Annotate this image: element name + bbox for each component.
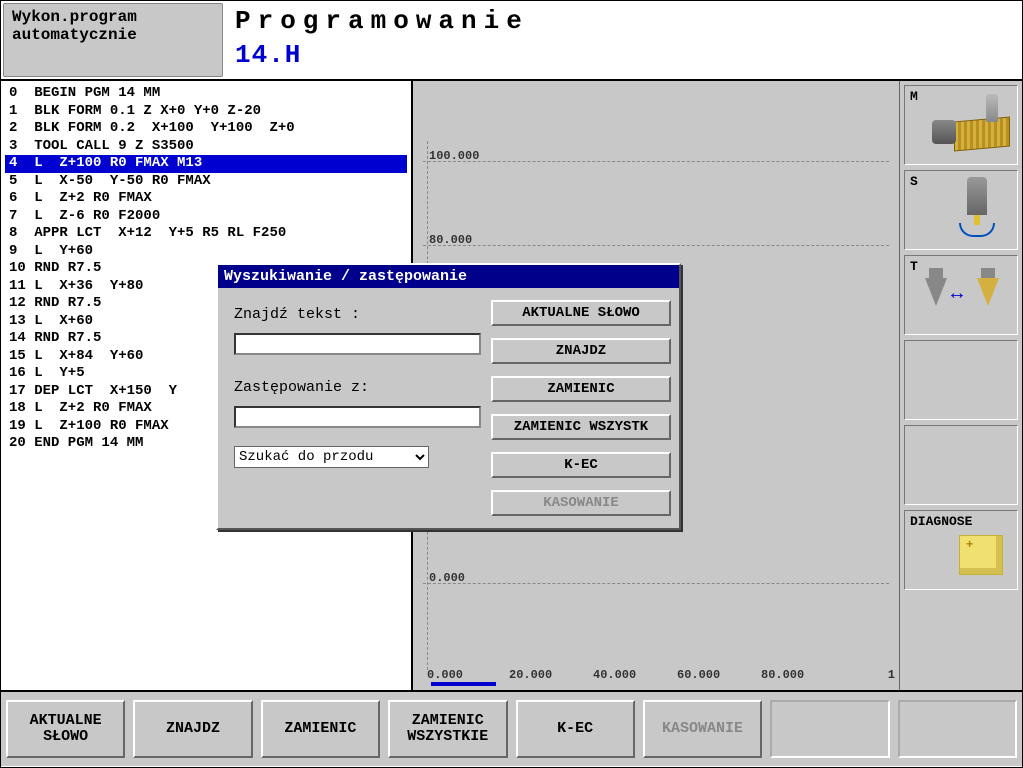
side-box-m[interactable]: M: [904, 85, 1018, 165]
code-line[interactable]: 1 BLK FORM 0.1 Z X+0 Y+0 Z-20: [5, 103, 407, 121]
machine-icon: [932, 94, 1012, 149]
code-line[interactable]: 5 L X-50 Y-50 R0 FMAX: [5, 173, 407, 191]
header: Wykon.program automatycznie Programowani…: [1, 1, 1022, 81]
mode-text: Wykon.program automatycznie: [12, 9, 214, 44]
side-panel: M S T ↔ DIAGNOSE: [900, 81, 1022, 690]
delete-button[interactable]: KASOWANIE: [491, 490, 671, 516]
xtick: 80.000: [761, 668, 804, 682]
title-box: Programowanie 14.H: [225, 1, 1022, 79]
find-input[interactable]: [234, 333, 481, 355]
side-box-t[interactable]: T ↔: [904, 255, 1018, 335]
side-box-diagnose[interactable]: DIAGNOSE: [904, 510, 1018, 590]
xtick: 60.000: [677, 668, 720, 682]
note-icon: [959, 535, 1003, 575]
code-line[interactable]: 7 L Z-6 R0 F2000: [5, 208, 407, 226]
xtick: 0.000: [427, 668, 463, 682]
find-replace-dialog: Wyszukiwanie / zastępowanie Znajdź tekst…: [216, 263, 681, 530]
softkey-replace-all[interactable]: ZAMIENIC WSZYSTKIE: [388, 700, 507, 758]
dialog-title: Wyszukiwanie / zastępowanie: [218, 265, 679, 288]
replace-label: Zastępowanie z:: [234, 379, 481, 396]
code-line[interactable]: 0 BEGIN PGM 14 MM: [5, 85, 407, 103]
replace-button[interactable]: ZAMIENIC: [491, 376, 671, 402]
side-box-empty[interactable]: [904, 425, 1018, 505]
code-line[interactable]: 4 L Z+100 R0 FMAX M13: [5, 155, 407, 173]
code-line[interactable]: 3 TOOL CALL 9 Z S3500: [5, 138, 407, 156]
softkey-empty: [770, 700, 889, 758]
side-label: S: [910, 174, 918, 189]
find-button[interactable]: ZNAJDZ: [491, 338, 671, 364]
spindle-icon: [967, 177, 987, 215]
side-box-s[interactable]: S: [904, 170, 1018, 250]
progress-bar: [431, 682, 496, 686]
program-name: 14.H: [235, 40, 1012, 70]
code-line[interactable]: 2 BLK FORM 0.2 X+100 Y+100 Z+0: [5, 120, 407, 138]
xtick: 40.000: [593, 668, 636, 682]
softkey-end[interactable]: K-EC: [516, 700, 635, 758]
replace-all-button[interactable]: ZAMIENIC WSZYSTK: [491, 414, 671, 440]
replace-input[interactable]: [234, 406, 481, 428]
side-label: DIAGNOSE: [910, 514, 972, 529]
find-label: Znajdź tekst :: [234, 306, 481, 323]
side-label: M: [910, 89, 918, 104]
code-line[interactable]: 6 L Z+2 R0 FMAX: [5, 190, 407, 208]
softkey-bar: AKTUALNE SŁOWO ZNAJDZ ZAMIENIC ZAMIENIC …: [1, 690, 1022, 766]
softkey-delete[interactable]: KASOWANIE: [643, 700, 762, 758]
end-button[interactable]: K-EC: [491, 452, 671, 478]
current-word-button[interactable]: AKTUALNE SŁOWO: [491, 300, 671, 326]
side-box-empty[interactable]: [904, 340, 1018, 420]
xtick: 1: [888, 668, 895, 682]
code-line[interactable]: 9 L Y+60: [5, 243, 407, 261]
mode-box: Wykon.program automatycznie: [3, 3, 223, 77]
softkey-current-word[interactable]: AKTUALNE SŁOWO: [6, 700, 125, 758]
page-title: Programowanie: [235, 6, 1012, 36]
softkey-replace[interactable]: ZAMIENIC: [261, 700, 380, 758]
softkey-empty: [898, 700, 1017, 758]
xtick: 20.000: [509, 668, 552, 682]
direction-select[interactable]: Szukać do przodu: [234, 446, 429, 468]
code-line[interactable]: 8 APPR LCT X+12 Y+5 R5 RL F250: [5, 225, 407, 243]
tool-swap-icon: ↔: [917, 268, 1007, 318]
softkey-find[interactable]: ZNAJDZ: [133, 700, 252, 758]
